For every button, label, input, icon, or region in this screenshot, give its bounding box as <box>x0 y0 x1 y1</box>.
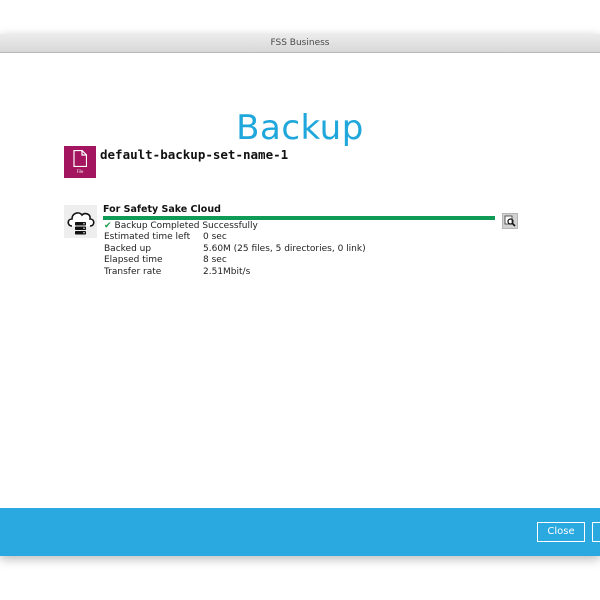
detail-label: Estimated time left <box>104 232 191 242</box>
magnifier-icon <box>504 215 516 227</box>
detail-row: Elapsed time 8 sec <box>104 255 366 267</box>
detail-label: Elapsed time <box>104 255 163 265</box>
detail-row: Transfer rate 2.51Mbit/s <box>104 267 366 279</box>
backup-progress-fill <box>103 216 495 220</box>
checkmark-icon: ✔ <box>104 221 112 231</box>
detail-row: Estimated time left 0 sec <box>104 232 366 244</box>
window-title: FSS Business <box>270 38 330 48</box>
detail-value: 0 sec <box>203 232 227 242</box>
close-button[interactable]: Close <box>537 522 585 542</box>
file-icon: File <box>64 146 96 178</box>
detail-label: Transfer rate <box>104 266 162 277</box>
detail-value: 8 sec <box>203 255 227 265</box>
window-titlebar: FSS Business <box>0 34 600 53</box>
backup-status: ✔ Backup Completed Successfully <box>104 221 258 231</box>
detail-value: 5.60M (25 files, 5 directories, 0 link) <box>203 243 366 254</box>
action-footer: Close <box>0 508 600 556</box>
partially-visible-button[interactable] <box>592 522 600 542</box>
cloud-storage-icon <box>64 205 97 238</box>
destination-name: For Safety Sake Cloud <box>103 204 221 215</box>
file-icon-tag: File <box>76 169 84 174</box>
detail-label: Backed up <box>104 243 152 254</box>
backup-details: Estimated time left 0 sec Backed up 5.60M … <box>104 232 366 278</box>
backup-set-name: default-backup-set-name-1 <box>100 147 289 162</box>
page-title: Backup <box>236 108 364 148</box>
backup-window: FSS Business Backup File default-backup-… <box>0 34 600 556</box>
document-glyph <box>73 150 87 167</box>
detail-row: Backed up 5.60M (25 files, 5 directories,… <box>104 244 366 256</box>
detail-value: 2.51Mbit/s <box>203 266 251 277</box>
backup-progress-bar <box>103 216 495 220</box>
view-report-button[interactable] <box>502 213 518 229</box>
backup-status-text: Backup Completed Successfully <box>114 221 258 231</box>
